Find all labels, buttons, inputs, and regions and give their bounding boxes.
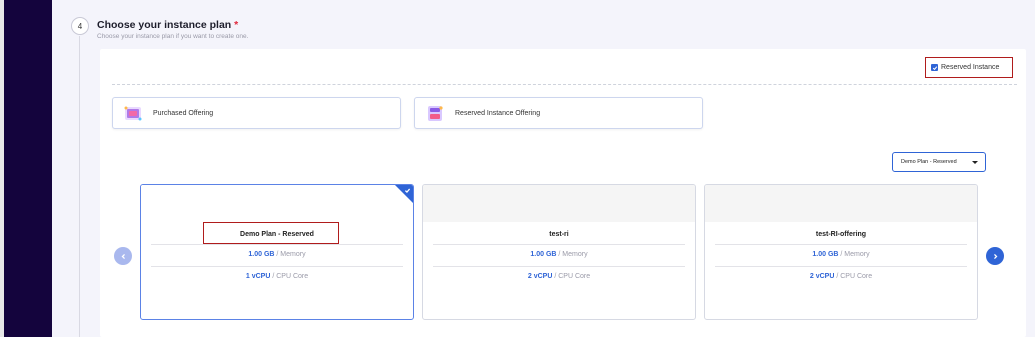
section-title-text: Choose your instance plan bbox=[97, 19, 232, 31]
plan-memory: 1.00 GB / Memory bbox=[715, 244, 967, 266]
cpu-unit: / CPU Core bbox=[272, 273, 309, 280]
tab-purchased-offering-label: Purchased Offering bbox=[153, 109, 214, 117]
purchased-offering-icon bbox=[123, 105, 143, 122]
plan-card-header bbox=[141, 185, 413, 222]
memory-value: 1.00 GB bbox=[248, 251, 275, 258]
plan-name: test-RI-offering bbox=[815, 231, 867, 238]
plan-card-test-ri-offering[interactable]: test-RI-offering 1.00 GB / Memory 2 vCPU… bbox=[704, 184, 978, 320]
carousel-prev-button[interactable] bbox=[114, 247, 132, 265]
step-connector-line bbox=[79, 36, 80, 337]
chevron-left-icon bbox=[121, 253, 125, 259]
plan-name: test-ri bbox=[549, 231, 569, 238]
plan-select-dropdown[interactable]: Demo Plan - Reserved bbox=[892, 152, 986, 172]
plan-card-header bbox=[705, 185, 977, 222]
memory-unit: / Memory bbox=[558, 251, 588, 258]
check-icon bbox=[404, 188, 411, 194]
sidebar bbox=[4, 0, 52, 337]
plan-card-header bbox=[423, 185, 695, 222]
reserved-offering-icon bbox=[425, 105, 445, 122]
plan-name-highlight bbox=[203, 222, 339, 244]
memory-value: 1.00 GB bbox=[530, 251, 557, 258]
required-mark: * bbox=[234, 19, 239, 31]
cpu-value: 1 vCPU bbox=[245, 273, 271, 280]
plan-memory: 1.00 GB / Memory bbox=[151, 244, 403, 266]
reserved-instance-label: Reserved Instance bbox=[941, 64, 1000, 71]
cpu-value: 2 vCPU bbox=[527, 273, 553, 280]
chevron-down-icon bbox=[972, 160, 978, 164]
tab-reserved-instance-offering-label: Reserved Instance Offering bbox=[455, 109, 541, 117]
carousel-next-button[interactable] bbox=[986, 247, 1004, 265]
plan-select-value: Demo Plan - Reserved bbox=[901, 159, 957, 165]
plan-memory: 1.00 GB / Memory bbox=[433, 244, 685, 266]
tab-purchased-offering[interactable]: Purchased Offering bbox=[112, 97, 401, 129]
section-subtitle: Choose your instance plan if you want to… bbox=[97, 33, 249, 40]
cpu-value: 2 vCPU bbox=[809, 273, 835, 280]
memory-unit: / Memory bbox=[840, 251, 870, 258]
chevron-right-icon bbox=[993, 253, 997, 259]
cpu-unit: / CPU Core bbox=[836, 273, 873, 280]
plan-card-test-ri[interactable]: test-ri 1.00 GB / Memory 2 vCPU / CPU Co… bbox=[422, 184, 696, 320]
checkbox-checked-icon[interactable] bbox=[931, 64, 938, 71]
step-number-badge: 4 bbox=[71, 17, 89, 35]
plan-cpu: 1 vCPU / CPU Core bbox=[151, 266, 403, 288]
plan-cpu: 2 vCPU / CPU Core bbox=[715, 266, 967, 288]
reserved-instance-checkbox[interactable]: Reserved Instance bbox=[925, 57, 1013, 78]
memory-value: 1.00 GB bbox=[812, 251, 839, 258]
plan-card-demo-plan-reserved[interactable]: Demo Plan - Reserved 1.00 GB / Memory 1 … bbox=[140, 184, 414, 320]
memory-unit: / Memory bbox=[276, 251, 306, 258]
plan-cpu: 2 vCPU / CPU Core bbox=[433, 266, 685, 288]
tab-reserved-instance-offering[interactable]: Reserved Instance Offering bbox=[414, 97, 703, 129]
section-title: Choose your instance plan * bbox=[97, 19, 238, 31]
cpu-unit: / CPU Core bbox=[554, 273, 591, 280]
divider bbox=[112, 84, 1017, 85]
